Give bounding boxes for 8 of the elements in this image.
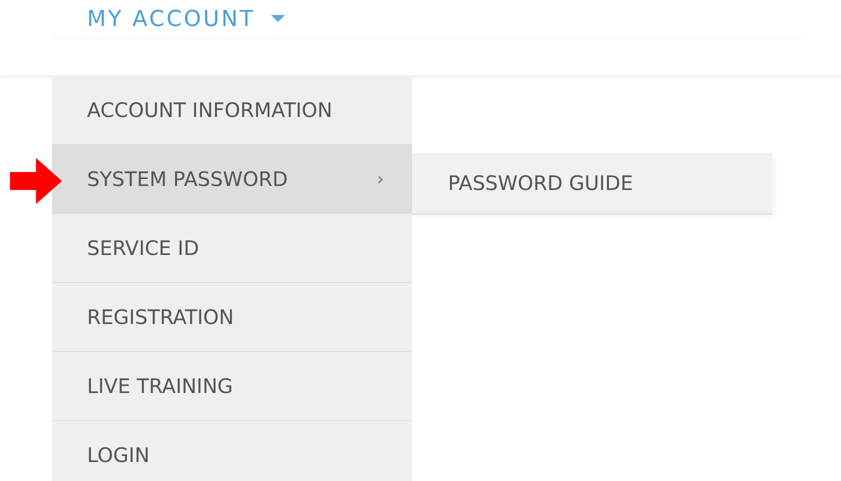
submenu-chevron: › — [376, 168, 384, 190]
menu-item[interactable]: SERVICE ID — [52, 214, 412, 283]
caret-icon — [271, 15, 286, 23]
menu-item[interactable]: LIVE TRAINING — [52, 352, 412, 421]
menu-item[interactable]: REGISTRATION — [52, 283, 412, 352]
menu-item[interactable]: SYSTEM PASSWORD › — [52, 145, 412, 214]
menu-item[interactable]: PASSWORD GUIDE — [412, 153, 772, 213]
menu-item[interactable]: LOGIN — [52, 421, 412, 481]
